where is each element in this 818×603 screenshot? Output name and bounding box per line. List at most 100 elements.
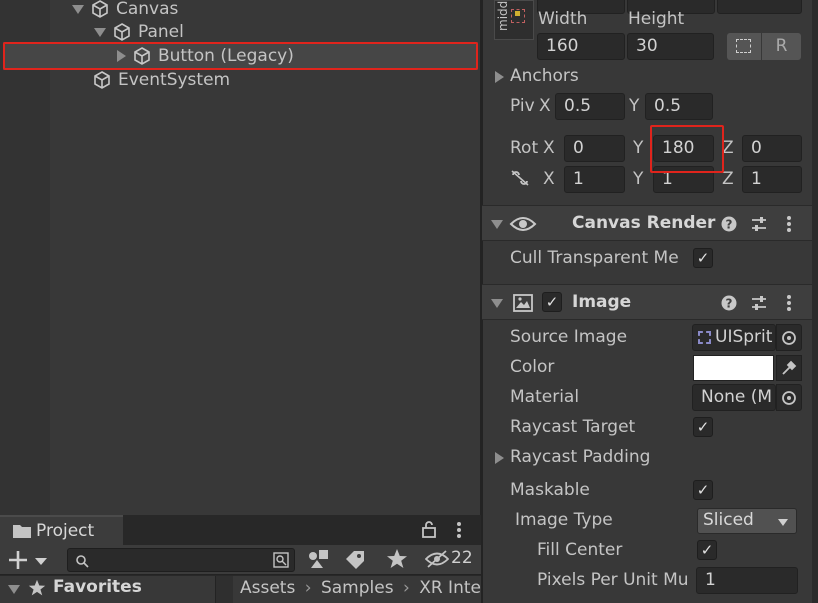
image-component-icon [513,294,533,312]
hierarchy-item-label: Canvas [116,0,179,19]
search-window-icon[interactable] [272,551,290,569]
breadcrumb: Assets › Samples › XR Inte [240,578,481,598]
width-field[interactable]: 160 [537,33,625,60]
lock-icon[interactable] [420,519,444,541]
height-field[interactable]: 30 [627,33,714,60]
hierarchy-item-canvas[interactable]: Canvas [72,0,178,21]
canvas-renderer-header[interactable]: Canvas Render ? [482,205,812,241]
pos-z-field[interactable] [717,0,802,14]
folder-icon [13,525,31,538]
object-picker-button[interactable] [776,324,802,351]
component-title: Image [572,292,632,312]
pivot-x-label: X [539,96,551,116]
cull-transparent-mesh-checkbox[interactable]: ✓ [693,248,713,268]
more-options-icon[interactable] [782,214,796,234]
tab-label: Project [36,521,95,541]
favorites-label: Favorites [53,577,142,597]
image-type-value: Sliced [703,510,754,530]
maskable-checkbox[interactable]: ✓ [693,480,713,500]
maskable-label: Maskable [510,480,590,500]
more-options-icon[interactable] [452,519,466,541]
fill-center-checkbox[interactable]: ✓ [697,540,717,560]
filter-by-type-icon[interactable] [307,549,329,569]
eyedropper-button[interactable] [776,355,802,381]
source-image-field[interactable]: UISprit [692,324,776,351]
pivot-label: Piv [510,96,535,116]
highlight-box [650,125,724,173]
create-button[interactable] [8,548,48,572]
anchors-label[interactable]: Anchors [510,66,579,86]
expand-arrow-icon[interactable] [8,585,20,594]
anchor-preset-button[interactable]: midd [494,0,534,40]
scale-y-label: Y [633,169,644,189]
hierarchy-item-eventsystem[interactable]: EventSystem [92,68,230,92]
inspector-scrollbar[interactable] [812,0,818,603]
sprite-icon [698,331,711,344]
hidden-packages-eye-icon[interactable] [425,550,449,568]
help-icon[interactable]: ? [721,295,737,311]
svg-text:?: ? [726,218,733,232]
hierarchy-item-panel[interactable]: Panel [94,20,184,44]
chevron-right-icon: › [402,578,410,598]
hidden-count: 22 [451,548,473,568]
image-component-header[interactable]: ✓ Image ? [482,284,812,320]
width-label: Width [538,9,588,29]
hierarchy-item-label: Panel [138,22,184,42]
object-picker-button[interactable] [776,384,802,411]
collapse-arrow-icon[interactable] [495,452,504,464]
star-icon [28,579,46,596]
help-icon[interactable]: ? [721,216,737,232]
more-options-icon[interactable] [782,293,796,313]
scale-x-field[interactable]: 1 [564,166,625,193]
blueprint-icon [736,39,751,53]
breadcrumb-item[interactable]: XR Inte [419,578,481,598]
project-content: Favorites Assets › Samples › XR Inte [0,576,481,603]
pivot-y-field[interactable]: 0.5 [645,93,713,120]
collapse-arrow-icon[interactable] [495,71,504,83]
material-field[interactable]: None (M [692,384,776,411]
gameobject-cube-icon [94,71,110,89]
image-type-label: Image Type [515,510,613,530]
target-picker-icon [782,391,796,405]
eye-icon [509,217,537,231]
rotation-z-field[interactable]: 0 [742,135,802,162]
splitter[interactable] [215,576,233,603]
expand-arrow-icon[interactable] [491,299,503,308]
gameobject-cube-icon [114,23,130,41]
search-input[interactable] [67,548,295,572]
raw-edit-button[interactable]: R [762,33,801,60]
material-label: Material [510,387,580,407]
image-type-dropdown[interactable]: Sliced [697,508,797,534]
star-favorite-icon[interactable] [386,548,408,570]
height-label: Height [628,9,685,29]
label-tag-icon[interactable] [343,549,367,569]
presets-sliders-icon[interactable] [750,215,768,233]
blueprint-mode-button[interactable] [727,33,761,60]
presets-sliders-icon[interactable] [750,294,768,312]
pixels-per-unit-multiplier-field[interactable]: 1 [696,567,798,594]
pivot-x-field[interactable]: 0.5 [555,93,625,120]
anchor-dot [515,11,520,16]
search-icon [76,555,89,568]
scale-x-label: X [543,169,555,189]
breadcrumb-item[interactable]: Samples [321,578,394,598]
color-swatch[interactable] [693,355,774,381]
image-enabled-checkbox[interactable]: ✓ [542,292,562,312]
scale-z-field[interactable]: 1 [742,166,802,193]
hierarchy-panel: Canvas Panel Button (Legacy) EventSystem [0,0,481,515]
raycast-padding-label[interactable]: Raycast Padding [510,447,650,467]
fill-center-label: Fill Center [537,540,623,560]
expand-arrow-icon[interactable] [491,220,503,229]
anchor-preset-label: midd [496,0,510,31]
tab-project[interactable]: Project [0,515,123,545]
expand-arrow-icon[interactable] [72,4,84,14]
breadcrumb-item[interactable]: Assets [240,578,295,598]
rotation-x-label: X [543,138,555,158]
constrain-proportions-link-icon[interactable] [510,169,530,187]
raycast-target-checkbox[interactable]: ✓ [693,417,713,437]
rotation-x-field[interactable]: 0 [564,135,625,162]
favorites-row[interactable]: Favorites [0,576,215,603]
target-picker-icon [782,331,796,345]
expand-arrow-icon[interactable] [94,27,106,37]
source-image-value: UISprit [715,327,773,347]
